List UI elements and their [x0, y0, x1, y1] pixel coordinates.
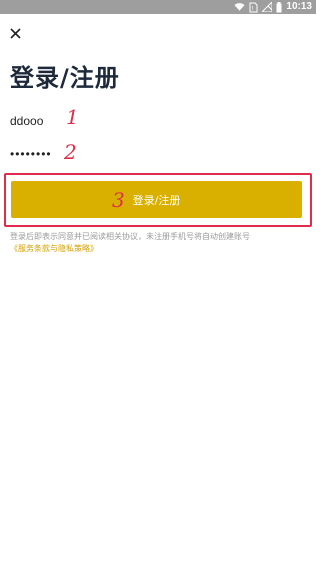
agreement-text: 登录后即表示同意并已阅读相关协议，未注册手机号将自动创建账号 [10, 232, 250, 241]
status-icons: ! [234, 1, 282, 13]
page-title: 登录/注册 [10, 64, 120, 92]
login-register-button-label: 登录/注册 [132, 193, 181, 207]
close-icon [10, 28, 21, 39]
agreement-notice: 登录后即表示同意并已阅读相关协议，未注册手机号将自动创建账号 《服务条款与隐私策… [10, 231, 310, 255]
status-time: 10:13 [286, 1, 312, 12]
annotation-3: 3 [112, 188, 125, 212]
cellular-icon [262, 2, 272, 12]
status-bar: ! 10:13 [0, 0, 316, 14]
username-input[interactable] [10, 110, 306, 132]
no-sim-icon: ! [249, 2, 258, 12]
annotation-1: 1 [66, 105, 79, 129]
close-button[interactable] [8, 26, 24, 42]
wifi-icon [234, 3, 245, 11]
svg-text:!: ! [252, 5, 254, 12]
annotation-2: 2 [64, 140, 77, 164]
battery-icon [276, 1, 282, 12]
terms-privacy-link[interactable]: 《服务条款与隐私策略》 [10, 243, 310, 255]
login-register-button[interactable]: 登录/注册 [11, 181, 302, 218]
password-input[interactable] [10, 143, 306, 165]
